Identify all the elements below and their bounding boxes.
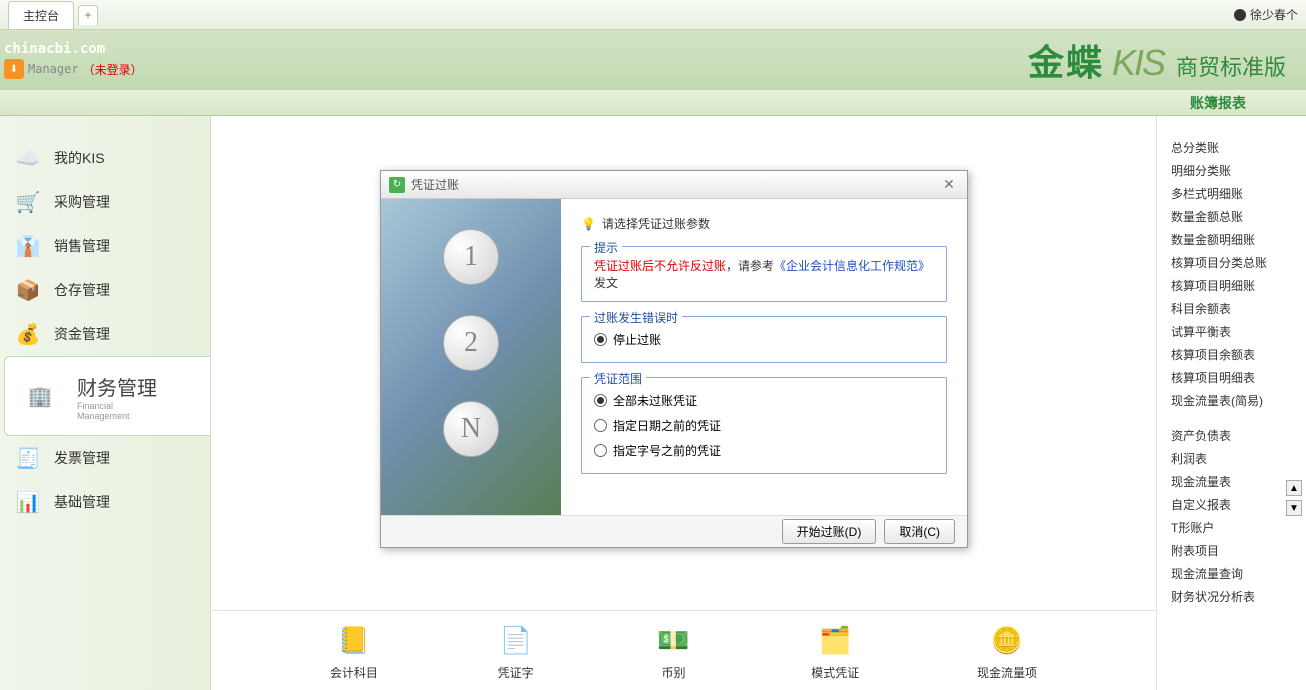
dialog-titlebar: ↻ 凭证过账 ✕ bbox=[381, 171, 967, 199]
hint-link[interactable]: 《企业会计信息化工作规范》 bbox=[774, 259, 930, 273]
lightbulb-icon: 💡 bbox=[581, 217, 596, 231]
step-1-icon: 1 bbox=[443, 229, 499, 285]
radio-label: 全部未过账凭证 bbox=[613, 392, 697, 409]
hint-end: 发文 bbox=[594, 276, 618, 290]
radio-before-date[interactable]: 指定日期之前的凭证 bbox=[594, 413, 934, 438]
dialog-overlay: ↻ 凭证过账 ✕ 1 2 N 💡 请选择凭证过账参数 提示 凭证过账后不允许反过… bbox=[0, 0, 1306, 690]
radio-before-number[interactable]: 指定字号之前的凭证 bbox=[594, 438, 934, 463]
radio-label: 指定字号之前的凭证 bbox=[613, 442, 721, 459]
hint-warning: 凭证过账后不允许反过账 bbox=[594, 259, 726, 273]
dialog-steps-panel: 1 2 N bbox=[381, 199, 561, 515]
hint-mid: ，请参考 bbox=[726, 259, 774, 273]
error-legend: 过账发生错误时 bbox=[590, 309, 682, 326]
hint-legend: 提示 bbox=[590, 239, 622, 256]
step-n-icon: N bbox=[443, 401, 499, 457]
scope-legend: 凭证范围 bbox=[590, 370, 646, 387]
prompt-text: 请选择凭证过账参数 bbox=[602, 215, 710, 232]
radio-label: 指定日期之前的凭证 bbox=[613, 417, 721, 434]
dialog-title: 凭证过账 bbox=[411, 176, 459, 193]
scope-fieldset: 凭证范围 全部未过账凭证 指定日期之前的凭证 指定字号之前的凭证 bbox=[581, 377, 947, 474]
dialog-prompt: 💡 请选择凭证过账参数 bbox=[581, 215, 947, 232]
dialog-app-icon: ↻ bbox=[389, 177, 405, 193]
radio-icon bbox=[594, 333, 607, 346]
dialog-footer: 开始过账(D) 取消(C) bbox=[381, 515, 967, 547]
radio-icon bbox=[594, 444, 607, 457]
cancel-button[interactable]: 取消(C) bbox=[884, 519, 955, 544]
radio-all-unposted[interactable]: 全部未过账凭证 bbox=[594, 388, 934, 413]
close-button[interactable]: ✕ bbox=[939, 175, 959, 195]
radio-label: 停止过账 bbox=[613, 331, 661, 348]
hint-fieldset: 提示 凭证过账后不允许反过账，请参考《企业会计信息化工作规范》 发文 bbox=[581, 246, 947, 302]
radio-stop-posting[interactable]: 停止过账 bbox=[594, 327, 934, 352]
error-fieldset: 过账发生错误时 停止过账 bbox=[581, 316, 947, 363]
step-2-icon: 2 bbox=[443, 315, 499, 371]
radio-icon bbox=[594, 419, 607, 432]
dialog-form: 💡 请选择凭证过账参数 提示 凭证过账后不允许反过账，请参考《企业会计信息化工作… bbox=[561, 199, 967, 515]
voucher-post-dialog: ↻ 凭证过账 ✕ 1 2 N 💡 请选择凭证过账参数 提示 凭证过账后不允许反过… bbox=[380, 170, 968, 548]
radio-icon bbox=[594, 394, 607, 407]
start-posting-button[interactable]: 开始过账(D) bbox=[782, 519, 877, 544]
